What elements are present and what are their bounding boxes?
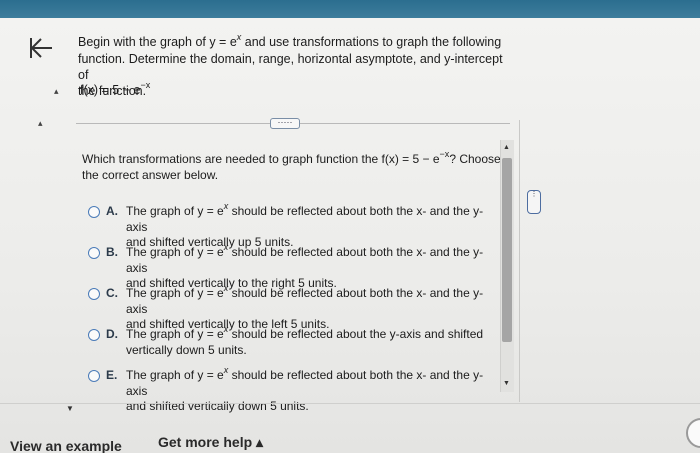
- option-exp: x: [223, 283, 229, 293]
- option-exp: x: [223, 324, 229, 334]
- option-letter: D.: [106, 327, 118, 341]
- question-line1-rest: and use transformations to graph the fol…: [241, 35, 502, 49]
- scroll-down-icon[interactable]: ▼: [503, 380, 510, 387]
- panel-resize-handle[interactable]: ⋮: [527, 190, 541, 214]
- sub-question: Which transformations are needed to grap…: [82, 149, 502, 183]
- question-line2: function. Determine the domain, range, h…: [78, 52, 503, 82]
- footer-divider: [0, 403, 700, 404]
- function-definition: f(x) = 5 − e−x: [80, 80, 151, 97]
- back-arrow-icon[interactable]: [28, 36, 54, 60]
- option-text-part: The graph of y = e: [126, 286, 224, 300]
- radio-button[interactable]: [88, 288, 100, 300]
- view-example-link[interactable]: View an example: [10, 438, 122, 453]
- radio-button[interactable]: [88, 370, 100, 382]
- prompt-rest: ? Choose: [449, 152, 501, 166]
- radio-button[interactable]: [88, 247, 100, 259]
- scrollbar-thumb[interactable]: [502, 158, 512, 342]
- option-text: The graph of y = ex should be reflected …: [126, 365, 496, 414]
- radio-button[interactable]: [88, 329, 100, 341]
- scroll-up-icon[interactable]: ▲: [503, 144, 510, 151]
- radio-button[interactable]: [88, 206, 100, 218]
- question-line1: Begin with the graph of y = e: [78, 35, 237, 49]
- prompt-line2: the correct answer below.: [82, 168, 219, 182]
- option-letter: B.: [106, 245, 118, 259]
- option-text: The graph of y = ex should be reflected …: [126, 324, 496, 358]
- function-exp: −x: [140, 80, 151, 90]
- option-exp: x: [223, 201, 229, 211]
- prompt-exp: −x: [439, 149, 450, 159]
- panel-separator: [519, 120, 520, 402]
- prompt-text: Which transformations are needed to grap…: [82, 152, 440, 166]
- option-text-line2: and shifted vertically down 5 units.: [126, 399, 309, 413]
- option-text-line2: vertically down 5 units.: [126, 343, 247, 357]
- option-text-part: The graph of y = e: [126, 204, 224, 218]
- option-text-part: The graph of y = e: [126, 245, 224, 259]
- caret-down-icon: ▼: [66, 404, 74, 413]
- left-marker-icon: ▴: [38, 118, 43, 128]
- option-letter: E.: [106, 368, 118, 382]
- option-exp: x: [223, 242, 229, 252]
- option-text-part: The graph of y = e: [126, 368, 224, 382]
- option-exp: x: [223, 365, 229, 375]
- get-more-help-button[interactable]: Get more help ▴: [158, 434, 263, 451]
- handle-dots-icon: ⋮: [530, 191, 538, 198]
- option-text: The graph of y = ex should be reflected …: [126, 201, 496, 250]
- left-marker-icon: ▴: [54, 86, 59, 96]
- option-letter: A.: [106, 204, 118, 218]
- option-text-part: should be reflected about the y-axis and…: [228, 327, 484, 341]
- function-text: f(x) = 5 − e: [80, 83, 141, 97]
- top-bar: [0, 0, 700, 18]
- option-text: The graph of y = ex should be reflected …: [126, 283, 496, 332]
- option-text: The graph of y = ex should be reflected …: [126, 242, 496, 291]
- question-exp: x: [236, 32, 242, 42]
- option-letter: C.: [106, 286, 118, 300]
- option-text-part: The graph of y = e: [126, 327, 224, 341]
- expand-button[interactable]: ·····: [270, 118, 300, 129]
